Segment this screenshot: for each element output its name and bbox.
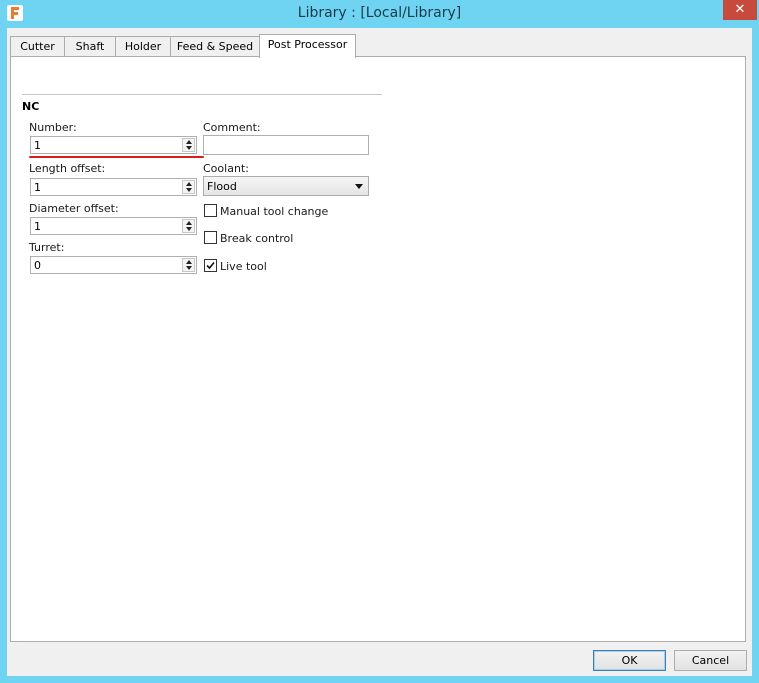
live-tool-checkbox[interactable] xyxy=(204,259,217,272)
manual-tool-change-label[interactable]: Manual tool change xyxy=(220,205,328,218)
turret-label: Turret: xyxy=(29,241,65,254)
dialog-window: Library : [Local/Library] ✕ Cutter Shaft… xyxy=(0,0,759,683)
manual-tool-change-checkbox[interactable] xyxy=(204,204,217,217)
spin-arrows[interactable] xyxy=(182,138,195,152)
tab-label: Feed & Speed xyxy=(176,40,254,53)
tab-label: Cutter xyxy=(20,40,55,53)
coolant-select[interactable]: Flood xyxy=(203,176,369,196)
section-title-nc: NC xyxy=(22,100,40,113)
break-control-checkbox[interactable] xyxy=(204,231,217,244)
title-bar[interactable]: Library : [Local/Library] ✕ xyxy=(0,0,759,28)
tab-label: Holder xyxy=(124,40,162,53)
spin-up-icon[interactable] xyxy=(186,182,192,186)
turret-value: 0 xyxy=(34,259,41,272)
comment-label: Comment: xyxy=(203,121,261,134)
dialog-client: Cutter Shaft Holder Feed & Speed Post Pr… xyxy=(7,28,752,676)
length-offset-value: 1 xyxy=(34,181,41,194)
spin-up-icon[interactable] xyxy=(186,140,192,144)
break-control-label[interactable]: Break control xyxy=(220,232,293,245)
diameter-offset-value: 1 xyxy=(34,220,41,233)
tab-label: Post Processor xyxy=(267,38,348,51)
tab-feed-speed[interactable]: Feed & Speed xyxy=(170,36,260,57)
number-value: 1 xyxy=(34,139,41,152)
tab-cutter[interactable]: Cutter xyxy=(10,36,65,57)
spin-down-icon[interactable] xyxy=(186,266,192,270)
spin-down-icon[interactable] xyxy=(186,227,192,231)
window-title: Library : [Local/Library] xyxy=(297,5,462,21)
section-divider xyxy=(22,94,382,95)
spin-down-icon[interactable] xyxy=(186,188,192,192)
tab-shaft[interactable]: Shaft xyxy=(64,36,116,57)
spin-arrows[interactable] xyxy=(182,258,195,272)
spin-down-icon[interactable] xyxy=(186,146,192,150)
ok-button[interactable]: OK xyxy=(593,650,666,671)
spin-up-icon[interactable] xyxy=(186,221,192,225)
length-offset-label: Length offset: xyxy=(29,162,106,175)
spin-up-icon[interactable] xyxy=(186,260,192,264)
number-spinbox[interactable]: 1 xyxy=(30,136,197,154)
spin-arrows[interactable] xyxy=(182,219,195,233)
turret-spinbox[interactable]: 0 xyxy=(30,256,197,274)
checkmark-icon xyxy=(206,261,215,270)
coolant-value: Flood xyxy=(207,180,237,193)
chevron-down-icon xyxy=(355,184,363,189)
close-button[interactable]: ✕ xyxy=(723,0,757,20)
close-icon: ✕ xyxy=(734,2,746,17)
tab-post-processor[interactable]: Post Processor xyxy=(259,34,356,58)
tab-label: Shaft xyxy=(75,40,105,53)
comment-field[interactable] xyxy=(203,135,369,155)
tab-holder[interactable]: Holder xyxy=(115,36,171,57)
coolant-label: Coolant: xyxy=(203,162,249,175)
diameter-offset-spinbox[interactable]: 1 xyxy=(30,217,197,235)
number-label: Number: xyxy=(29,121,77,134)
diameter-offset-label: Diameter offset: xyxy=(29,202,119,215)
red-underline-mark xyxy=(29,156,204,158)
length-offset-spinbox[interactable]: 1 xyxy=(30,178,197,196)
post-processor-panel: NC Number: 1 Length offset: 1 Diameter o… xyxy=(10,56,746,642)
cancel-button[interactable]: Cancel xyxy=(674,650,747,671)
live-tool-label[interactable]: Live tool xyxy=(220,260,267,273)
spin-arrows[interactable] xyxy=(182,180,195,194)
